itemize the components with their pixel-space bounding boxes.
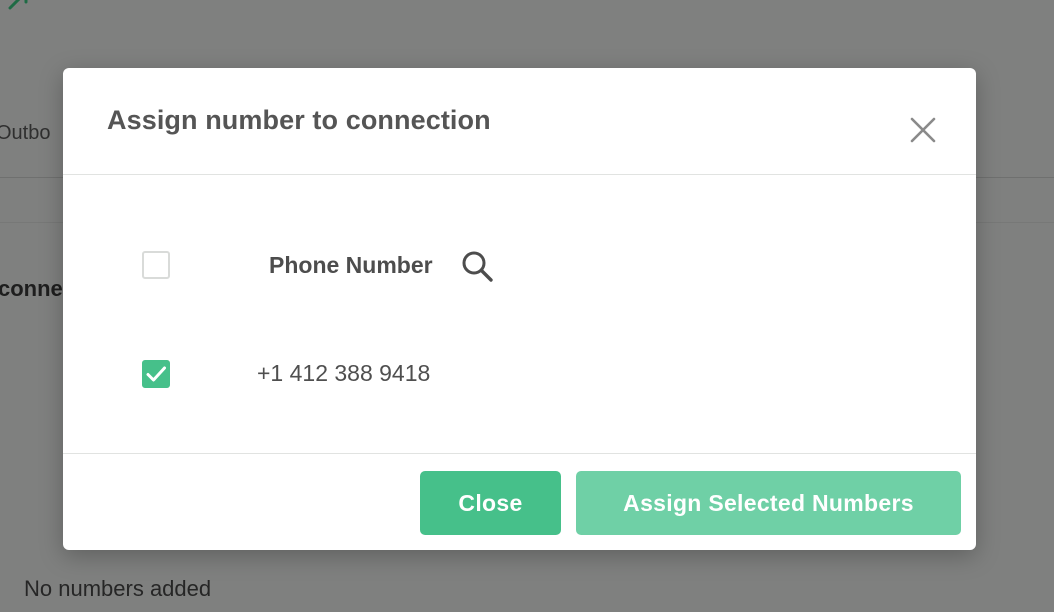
checkmark-icon xyxy=(146,366,166,382)
dialog-footer: Close Assign Selected Numbers xyxy=(63,453,976,550)
empty-state-message: No numbers added xyxy=(24,576,212,601)
dialog-header: Assign number to connection xyxy=(63,68,976,175)
external-link-arrow-icon xyxy=(8,0,28,10)
dialog-title: Assign number to connection xyxy=(107,105,491,135)
phone-number-cell: +1 412 388 9418 xyxy=(257,360,431,386)
close-button[interactable]: Close xyxy=(420,471,561,535)
assign-selected-numbers-button[interactable]: Assign Selected Numbers xyxy=(576,471,961,535)
table-header-row: Phone Number xyxy=(63,238,976,294)
tab-outbound[interactable]: Outbo xyxy=(0,122,50,145)
search-icon[interactable] xyxy=(460,249,494,283)
table-row[interactable]: +1 412 388 9418 xyxy=(63,346,976,402)
phone-number-column-header: Phone Number xyxy=(269,252,433,278)
select-all-checkbox[interactable] xyxy=(142,251,170,279)
assign-number-dialog: Assign number to connection Phone Number… xyxy=(63,68,976,550)
close-icon[interactable] xyxy=(909,116,937,144)
row-checkbox[interactable] xyxy=(142,360,170,388)
section-heading: conne xyxy=(0,276,63,301)
